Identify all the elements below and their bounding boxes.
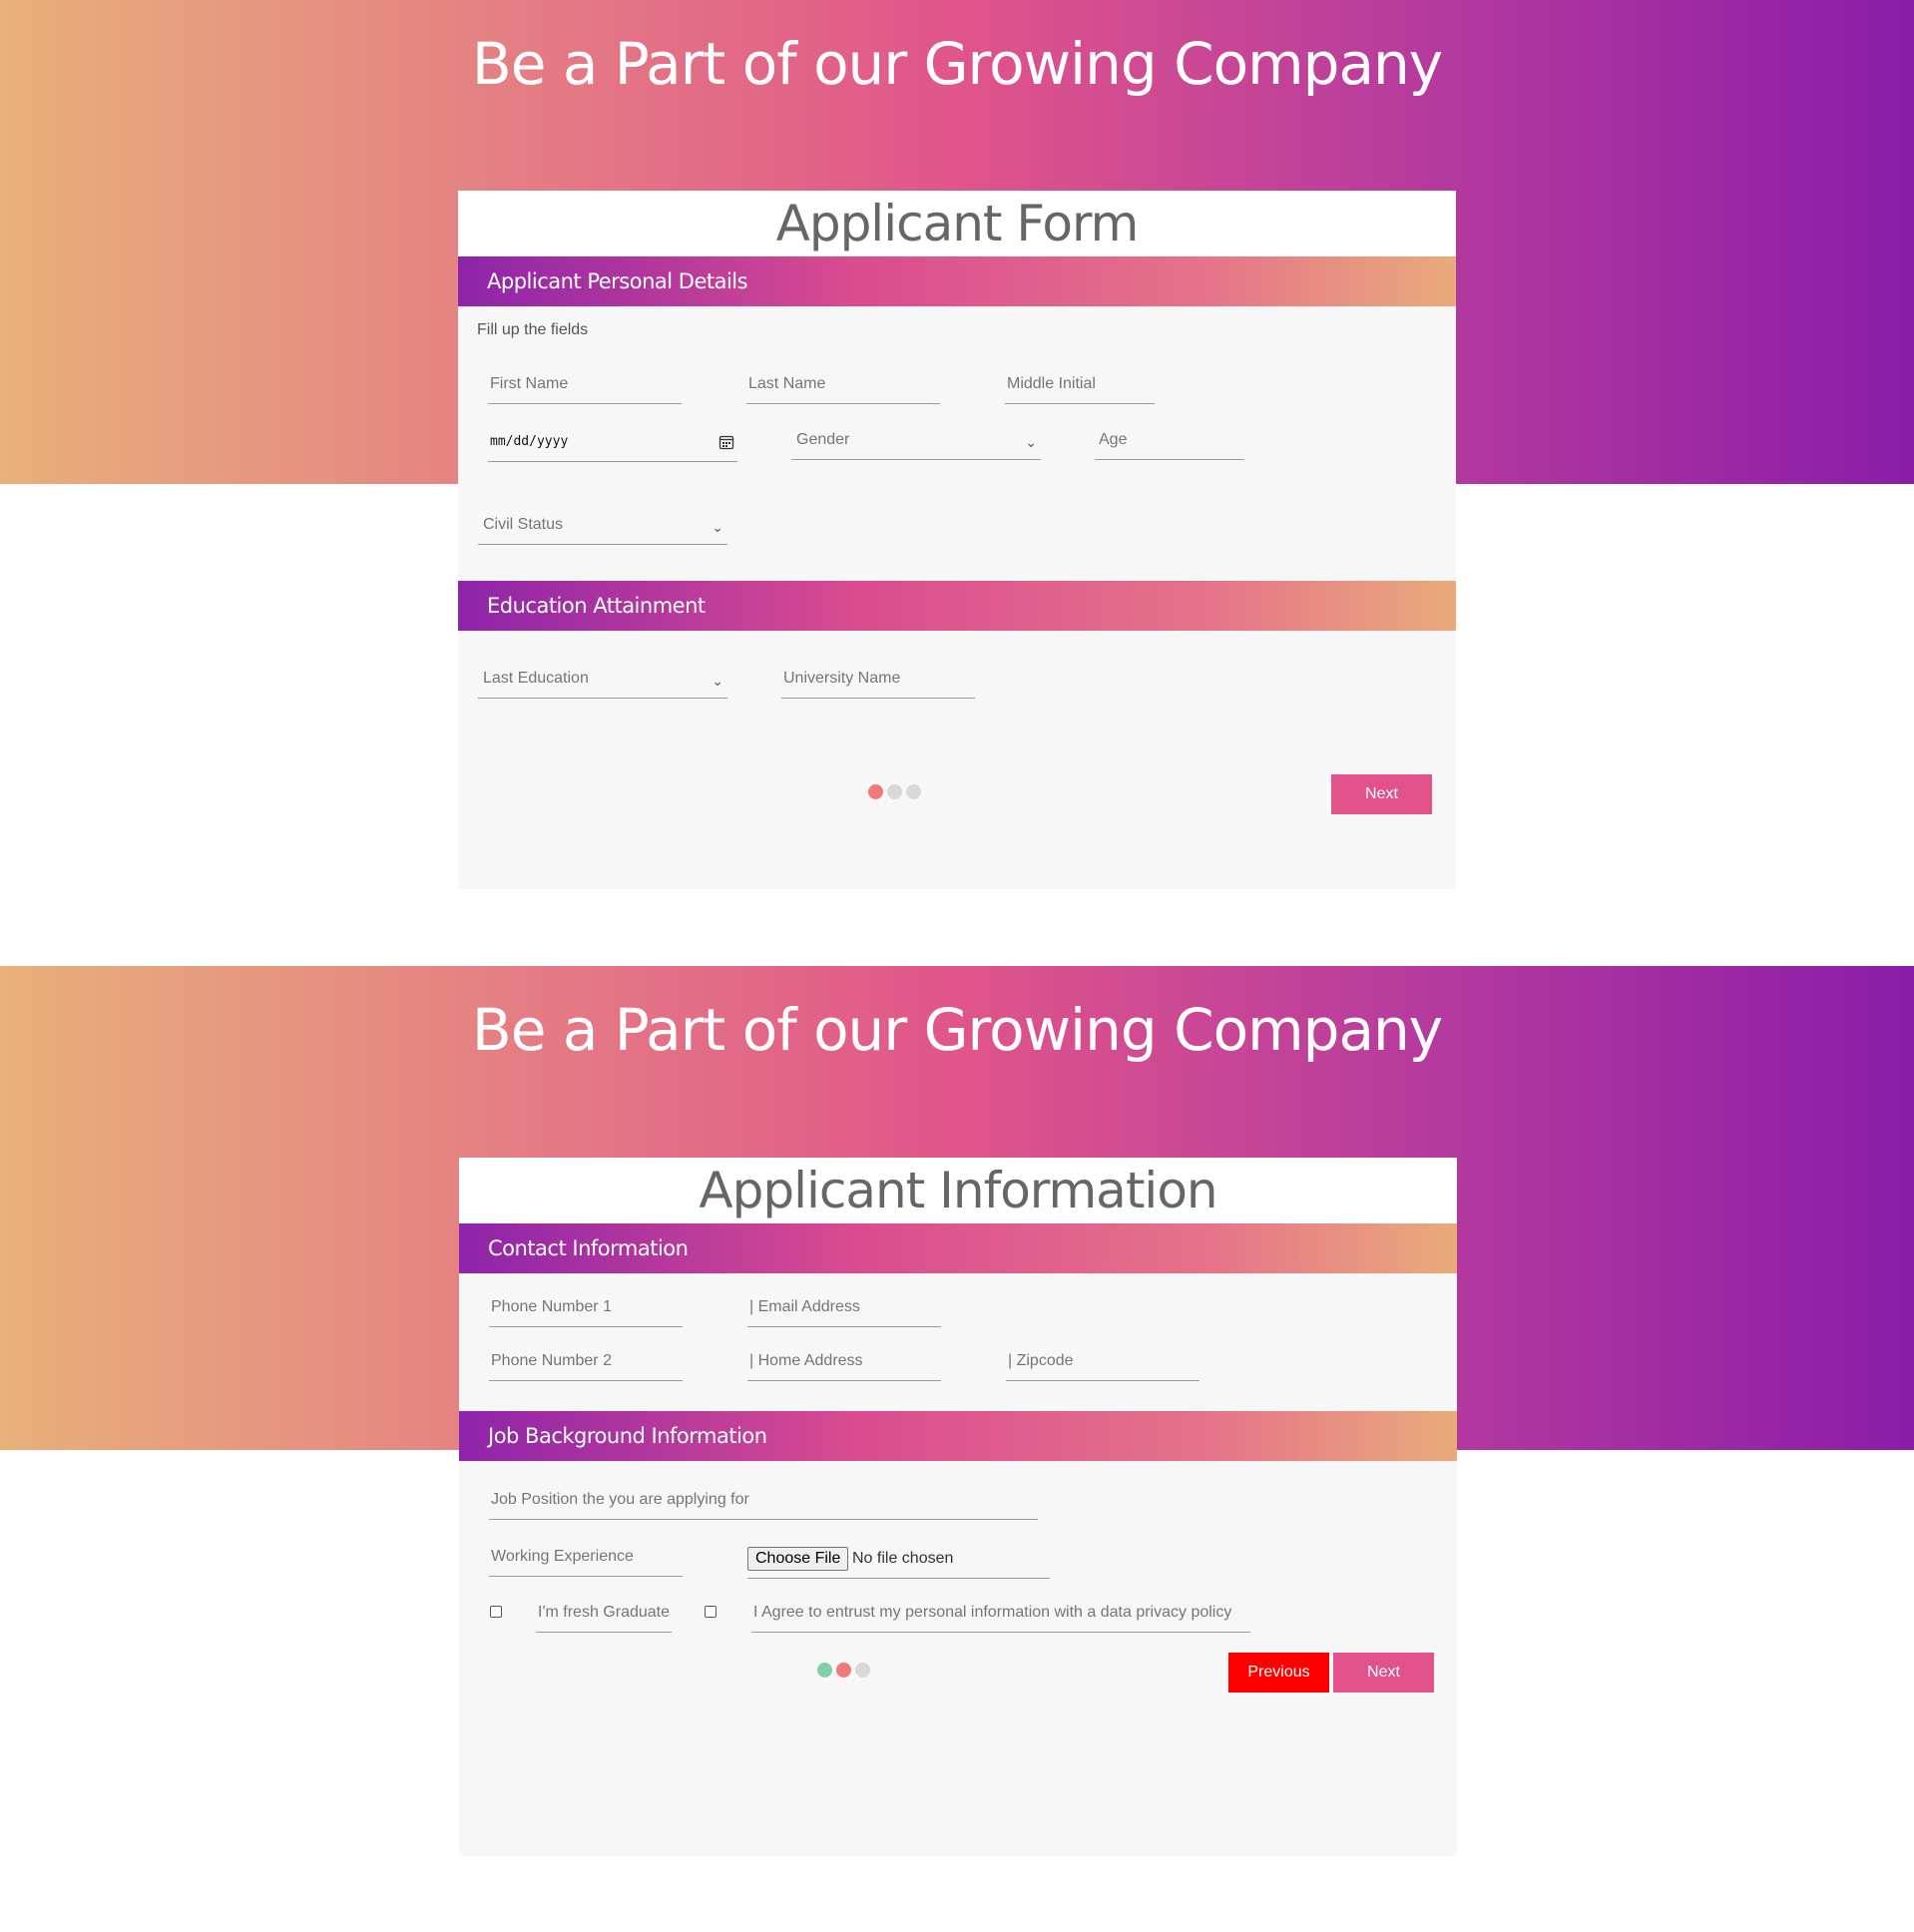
chevron-down-icon: ⌄ bbox=[1025, 434, 1037, 450]
first-name-input[interactable]: First Name bbox=[488, 364, 682, 404]
hero-title: Be a Part of our Growing Company bbox=[471, 996, 1443, 1064]
step-indicator bbox=[817, 1663, 874, 1679]
step-indicator bbox=[868, 784, 925, 800]
fill-note: Fill up the fields bbox=[477, 321, 589, 338]
birthdate-input[interactable]: mm/dd/yyyy bbox=[488, 422, 737, 462]
applicant-form-page: Be a Part of our Growing Company Applica… bbox=[0, 0, 1914, 966]
phone1-placeholder: Phone Number 1 bbox=[491, 1298, 612, 1315]
zipcode-placeholder: | Zipcode bbox=[1008, 1352, 1074, 1369]
gender-select[interactable]: Gender ⌄ bbox=[791, 420, 1041, 460]
university-name-input[interactable]: University Name bbox=[781, 659, 975, 699]
phone2-placeholder: Phone Number 2 bbox=[491, 1352, 612, 1369]
step-dot bbox=[817, 1663, 832, 1678]
section-header-label: Job Background Information bbox=[488, 1424, 767, 1448]
section-header-contact: Contact Information bbox=[459, 1223, 1457, 1273]
step-dot bbox=[906, 784, 921, 799]
privacy-label-field: I Agree to entrust my personal informati… bbox=[751, 1593, 1250, 1633]
next-button[interactable]: Next bbox=[1333, 1653, 1434, 1692]
section-header-job: Job Background Information bbox=[459, 1411, 1457, 1461]
file-status: No file chosen bbox=[852, 1550, 954, 1567]
last-name-placeholder: Last Name bbox=[748, 375, 826, 392]
section-header-label: Education Attainment bbox=[487, 594, 706, 618]
applicant-form-card: Applicant Form Applicant Personal Detail… bbox=[458, 191, 1456, 889]
date-placeholder: mm/dd/yyyy bbox=[490, 434, 569, 449]
applicant-information-card: Applicant Information Contact Informatio… bbox=[459, 1158, 1457, 1856]
middle-initial-input[interactable]: Middle Initial bbox=[1005, 364, 1155, 404]
email-placeholder: | Email Address bbox=[749, 1298, 860, 1315]
previous-button[interactable]: Previous bbox=[1228, 1653, 1329, 1692]
first-name-placeholder: First Name bbox=[490, 375, 569, 392]
job-position-placeholder: Job Position the you are applying for bbox=[491, 1491, 749, 1508]
section-header-label: Applicant Personal Details bbox=[487, 269, 748, 293]
phone1-input[interactable]: Phone Number 1 bbox=[489, 1287, 683, 1327]
working-experience-input[interactable]: Working Experience bbox=[489, 1537, 683, 1577]
age-placeholder: Age bbox=[1099, 431, 1128, 448]
email-input[interactable]: | Email Address bbox=[747, 1287, 941, 1327]
phone2-input[interactable]: Phone Number 2 bbox=[489, 1341, 683, 1381]
home-address-input[interactable]: | Home Address bbox=[747, 1341, 941, 1381]
gender-placeholder: Gender bbox=[796, 431, 850, 448]
civil-status-select[interactable]: Civil Status ⌄ bbox=[478, 505, 727, 545]
last-education-select[interactable]: Last Education ⌄ bbox=[478, 659, 727, 699]
chevron-down-icon: ⌄ bbox=[712, 673, 723, 689]
section-header-education: Education Attainment bbox=[458, 581, 1456, 631]
next-button[interactable]: Next bbox=[1331, 774, 1432, 814]
applicant-information-page: Be a Part of our Growing Company Applica… bbox=[0, 966, 1914, 1932]
chevron-down-icon: ⌄ bbox=[712, 519, 723, 535]
university-name-placeholder: University Name bbox=[783, 670, 901, 687]
middle-initial-placeholder: Middle Initial bbox=[1007, 375, 1096, 392]
zipcode-input[interactable]: | Zipcode bbox=[1006, 1341, 1199, 1381]
hero-title: Be a Part of our Growing Company bbox=[471, 30, 1443, 98]
step-dot bbox=[887, 784, 902, 799]
home-address-placeholder: | Home Address bbox=[749, 1352, 863, 1369]
section-header-label: Contact Information bbox=[488, 1236, 689, 1260]
fresh-graduate-label: I'm fresh Graduate bbox=[538, 1604, 670, 1621]
age-input[interactable]: Age bbox=[1095, 420, 1244, 460]
privacy-label: I Agree to entrust my personal informati… bbox=[753, 1604, 1232, 1621]
card-title: Applicant Form bbox=[458, 191, 1456, 256]
fresh-graduate-label-field: I'm fresh Graduate bbox=[536, 1593, 672, 1633]
step-dot bbox=[868, 784, 883, 799]
section-header-personal: Applicant Personal Details bbox=[458, 256, 1456, 306]
last-name-input[interactable]: Last Name bbox=[746, 364, 940, 404]
job-position-input[interactable]: Job Position the you are applying for bbox=[489, 1480, 1038, 1520]
last-education-placeholder: Last Education bbox=[483, 670, 589, 687]
file-upload-field: Choose File No file chosen bbox=[747, 1539, 1050, 1579]
privacy-checkbox[interactable] bbox=[705, 1606, 717, 1618]
working-experience-placeholder: Working Experience bbox=[491, 1548, 634, 1565]
card-title: Applicant Information bbox=[459, 1158, 1457, 1223]
step-dot bbox=[836, 1663, 851, 1678]
choose-file-button[interactable]: Choose File bbox=[747, 1547, 849, 1571]
step-dot bbox=[855, 1663, 870, 1678]
civil-status-placeholder: Civil Status bbox=[483, 516, 564, 533]
fresh-graduate-checkbox[interactable] bbox=[490, 1606, 502, 1618]
calendar-icon[interactable] bbox=[718, 434, 734, 450]
